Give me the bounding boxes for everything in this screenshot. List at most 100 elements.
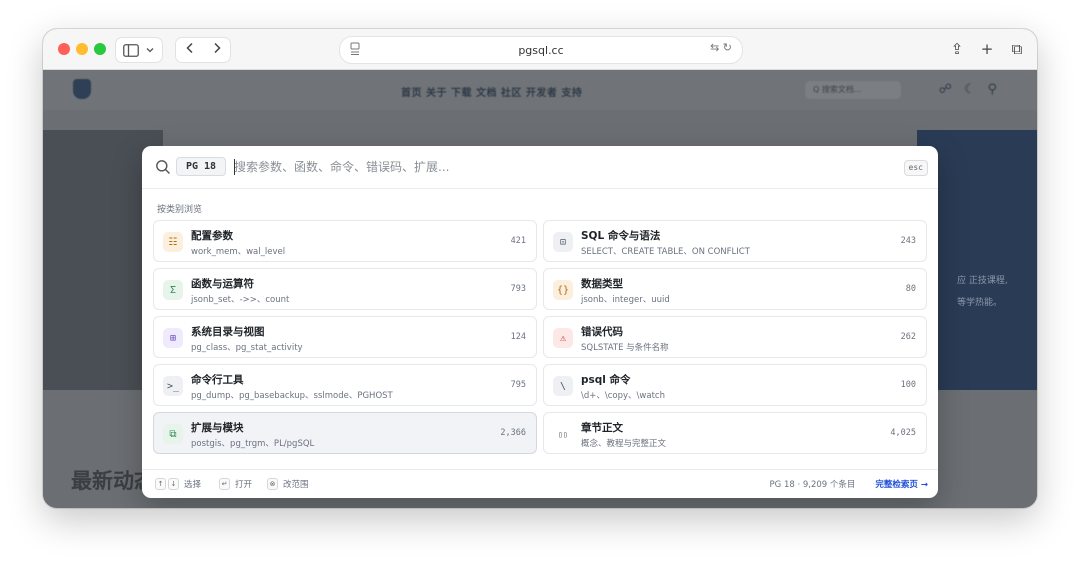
enter-key-icon: ↵ xyxy=(219,478,230,490)
chevron-left-icon xyxy=(185,42,193,54)
translate-reload-icons[interactable]: ⇆ ↻ xyxy=(710,41,732,54)
palette-search-input[interactable] xyxy=(234,157,874,177)
site-logo xyxy=(73,79,91,99)
category-count: 243 xyxy=(900,236,916,246)
category-title: SQL 命令与语法 xyxy=(581,230,661,242)
command-palette: PG 18 esc 按类别浏览 ☷ 配置参数 work_mem、wal_leve… xyxy=(142,146,938,498)
hero-line-1: 应 正技课程, xyxy=(957,276,1008,286)
warning-triangle-icon: ⚠ xyxy=(553,328,573,348)
close-window-button[interactable] xyxy=(58,43,70,55)
category-card-extensions[interactable]: ⧉ 扩展与模块 postgis、pg_trgm、PL/pgSQL 2,366 xyxy=(153,412,537,454)
background-page: 首页 关于 下载 文档 社区 开发者 支持 Q 搜索文档... ☍☾⚲ 应 正技… xyxy=(43,70,1037,508)
category-count: 80 xyxy=(905,284,916,294)
terminal-box-icon: ⊡ xyxy=(553,232,573,252)
category-title: 数据类型 xyxy=(581,278,623,290)
text-caret xyxy=(234,159,235,175)
select-hint-label: 选择 xyxy=(184,480,202,490)
tab-overview-icon[interactable]: ⧉ xyxy=(1009,37,1025,61)
page-menu-icon[interactable] xyxy=(350,42,360,56)
category-subtitle: SELECT、CREATE TABLE、ON CONFLICT xyxy=(581,247,750,257)
footer-summary-area: PG 18 · 9,209 个条目 完整检索页 → xyxy=(770,478,928,490)
category-subtitle: SQLSTATE 与条件名称 xyxy=(581,343,669,353)
browser-toolbar: pgsql.cc ⇆ ↻ ⇪ + ⧉ xyxy=(43,29,1037,70)
category-title: psql 命令 xyxy=(581,374,631,386)
toolbar-right-actions: ⇪ + ⧉ xyxy=(949,37,1025,61)
category-count: 795 xyxy=(510,380,526,390)
category-subtitle: work_mem、wal_level xyxy=(191,247,286,257)
zoom-window-button[interactable] xyxy=(94,43,106,55)
arrow-down-key-icon: ↓ xyxy=(168,478,179,490)
share-icon[interactable]: ⇪ xyxy=(949,37,965,61)
sigma-icon: Σ xyxy=(163,280,183,300)
category-card-catalog[interactable]: ⊞ 系统目录与视图 pg_class、pg_stat_activity 124 xyxy=(153,316,537,358)
category-subtitle: \d+、\copy、\watch xyxy=(581,391,665,401)
select-hint: ↑ ↓ 选择 xyxy=(155,478,201,490)
category-card-errors[interactable]: ⚠ 错误代码 SQLSTATE 与条件名称 262 xyxy=(543,316,927,358)
scope-key-icon: ⊗ xyxy=(267,478,278,490)
category-title: 命令行工具 xyxy=(191,374,244,386)
category-subtitle: pg_class、pg_stat_activity xyxy=(191,343,303,353)
open-hint-label: 打开 xyxy=(235,480,253,490)
new-tab-icon[interactable]: + xyxy=(979,37,995,61)
category-count: 124 xyxy=(510,332,526,342)
category-card-config[interactable]: ☷ 配置参数 work_mem、wal_level 421 xyxy=(153,220,537,262)
chevron-right-icon xyxy=(213,42,221,54)
category-count: 100 xyxy=(900,380,916,390)
address-bar[interactable]: pgsql.cc ⇆ ↻ xyxy=(339,36,743,64)
site-navbar: 首页 关于 下载 文档 社区 开发者 支持 Q 搜索文档... ☍☾⚲ xyxy=(43,70,1037,110)
minimize-window-button[interactable] xyxy=(76,43,88,55)
category-title: 函数与运算符 xyxy=(191,278,254,290)
scope-hint-label: 改范围 xyxy=(283,480,309,490)
braces-icon: {} xyxy=(553,280,573,300)
category-subtitle: postgis、pg_trgm、PL/pgSQL xyxy=(191,439,315,449)
category-card-datatypes[interactable]: {} 数据类型 jsonb、integer、uuid 80 xyxy=(543,268,927,310)
category-card-psql[interactable]: \ psql 命令 \d+、\copy、\watch 100 xyxy=(543,364,927,406)
sidebar-toggle-button[interactable] xyxy=(115,37,163,63)
palette-search-row: PG 18 esc xyxy=(142,146,938,189)
category-count: 421 xyxy=(510,236,526,246)
site-nav-icons: ☍☾⚲ xyxy=(938,82,1009,97)
site-nav-links: 首页 关于 下载 文档 社区 开发者 支持 xyxy=(401,88,583,99)
category-title: 扩展与模块 xyxy=(191,422,244,434)
category-count: 262 xyxy=(900,332,916,342)
site-search: Q 搜索文档... xyxy=(805,81,901,99)
forward-button[interactable] xyxy=(203,42,230,58)
url-text: pgsql.cc xyxy=(518,43,564,57)
sidebar-icon xyxy=(123,43,139,57)
scope-hint: ⊗ 改范围 xyxy=(267,478,309,490)
category-subtitle: 概念、教程与完整正文 xyxy=(581,439,667,449)
section-label: 按类别浏览 xyxy=(157,205,203,215)
version-tag[interactable]: PG 18 xyxy=(176,157,226,176)
category-subtitle: jsonb_set、->>、count xyxy=(191,295,290,305)
category-title: 错误代码 xyxy=(581,326,623,338)
category-subtitle: jsonb、integer、uuid xyxy=(581,295,670,305)
category-title: 章节正文 xyxy=(581,422,623,434)
search-icon xyxy=(156,160,170,174)
full-search-link[interactable]: 完整检索页 → xyxy=(875,478,928,490)
category-title: 配置参数 xyxy=(191,230,233,242)
category-title: 系统目录与视图 xyxy=(191,326,265,338)
esc-key-hint[interactable]: esc xyxy=(903,160,928,176)
backslash-icon: \ xyxy=(553,376,573,396)
category-card-chapters[interactable]: ▯▯ 章节正文 概念、教程与完整正文 4,025 xyxy=(543,412,927,454)
history-nav xyxy=(175,37,231,63)
chevron-down-icon xyxy=(146,48,154,53)
puzzle-blocks-icon: ⧉ xyxy=(163,424,183,444)
category-subtitle: pg_dump、pg_basebackup、sslmode、PGHOST xyxy=(191,391,393,401)
category-count: 2,366 xyxy=(500,428,526,438)
hero-line-2: 等学热能。 xyxy=(957,298,1003,308)
open-book-icon: ▯▯ xyxy=(553,424,573,444)
category-card-cli-tools[interactable]: >_ 命令行工具 pg_dump、pg_basebackup、sslmode、P… xyxy=(153,364,537,406)
arrow-up-key-icon: ↑ xyxy=(155,478,166,490)
open-hint: ↵ 打开 xyxy=(219,478,252,490)
browser-window: pgsql.cc ⇆ ↻ ⇪ + ⧉ 首页 关于 下载 文档 社区 开发者 支持… xyxy=(43,29,1037,508)
category-card-sql[interactable]: ⊡ SQL 命令与语法 SELECT、CREATE TABLE、ON CONFL… xyxy=(543,220,927,262)
entry-summary: PG 18 · 9,209 个条目 xyxy=(769,480,856,490)
category-card-functions[interactable]: Σ 函数与运算符 jsonb_set、->>、count 793 xyxy=(153,268,537,310)
prompt-icon: >_ xyxy=(163,376,183,396)
back-button[interactable] xyxy=(176,42,203,58)
category-count: 793 xyxy=(510,284,526,294)
palette-footer: ↑ ↓ 选择 ↵ 打开 ⊗ 改范围 PG 18 · 9,209 个条目 完整检索… xyxy=(142,469,938,499)
grid-table-icon: ⊞ xyxy=(163,328,183,348)
category-count: 4,025 xyxy=(890,428,916,438)
